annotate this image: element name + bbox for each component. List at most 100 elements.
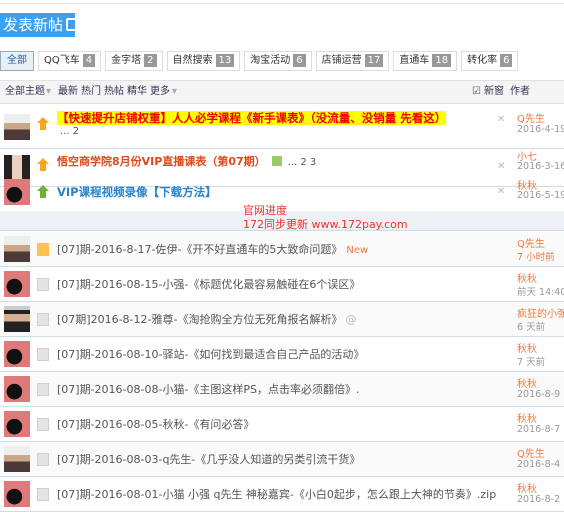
filter-bar: 全部主题 ▾ 最新 热门 热帖 精华 更多 ▾ ☑ 新窗 作者 (0, 80, 564, 104)
attachment-icon: @ (345, 313, 357, 326)
thread-row: [07]期-2016-08-05-秋秋-《有问必答》 秋秋 2016-8-7 (0, 407, 564, 442)
checkbox-icon[interactable]: ☑ (472, 81, 481, 103)
tab-store-ops[interactable]: 店铺运营 17 (315, 51, 390, 71)
thread-icon (37, 313, 49, 326)
thread-row: [07]期-2016-8-17-佐伊-《开不好直通车的5大致命问题》 New Q先… (0, 232, 564, 267)
new-post-button[interactable]: 发表新帖 (0, 13, 80, 37)
page-links[interactable]: ... 2 (60, 126, 79, 137)
thread-author[interactable]: 秋秋 (517, 375, 537, 390)
chevron-down-icon: ▾ (172, 86, 178, 97)
watermark-line: 172同步更新 www.172pay.com (243, 218, 408, 231)
divider (0, 3, 564, 4)
thread-icon (37, 488, 49, 501)
avatar[interactable] (4, 306, 30, 332)
thread-date: 6 天前 (517, 322, 546, 333)
thread-author[interactable]: Q先生 (517, 235, 545, 250)
thread-title-text: [07]期-2016-08-05-秋秋-《有问必答》 (57, 418, 255, 431)
tab-count: 18 (432, 54, 452, 67)
category-tabs: 全部 QQ飞车 4 金字塔 2 自然搜索 13 淘宝活动 6 店铺运营 17 直通车 18 … (0, 51, 519, 71)
tab-label: 店铺运营 (321, 55, 362, 66)
tab-count: 6 (500, 54, 513, 67)
tab-label: 自然搜索 (172, 55, 213, 66)
thread-date: 2016-8-7 (517, 424, 561, 435)
thread-date: 前天 14:40 (517, 287, 564, 298)
thread-author[interactable]: 秋秋 (517, 480, 537, 495)
avatar[interactable] (4, 179, 30, 205)
thread-row: [07]期-2016-08-15-小强-《标题优化最容易触碰在6个误区》 秋秋 … (0, 267, 564, 302)
sticky-thread: 悟空商学院8月份VIP直播课表（第07期）... 2 3 ✕ 小七 2016-3… (0, 149, 564, 187)
thread-title[interactable]: [07]期-2016-08-05-秋秋-《有问必答》 (57, 416, 254, 432)
thread-title[interactable]: [07期]2016-8-12-雅尊-《淘抢购全方位无死角报名解析》 @ (57, 311, 356, 327)
new-folder-icon (37, 243, 49, 256)
thread-title[interactable]: [07]期-2016-8-17-佐伊-《开不好直通车的5大致命问题》 New (57, 241, 368, 257)
thread-row: [07]期-2016-08-03-q先生-《几乎没人知道的另类引流干货》 Q先生… (0, 442, 564, 477)
watermark-line: 官网进度 (243, 204, 287, 217)
thread-title[interactable]: [07]期-2016-08-15-小强-《标题优化最容易触碰在6个误区》 (57, 276, 360, 292)
avatar[interactable] (4, 411, 30, 437)
avatar[interactable] (4, 376, 30, 402)
thread-title[interactable]: [07]期-2016-08-10-驿站-《如何找到最适合自己产品的活动》 (57, 346, 364, 362)
thread-icon (37, 348, 49, 361)
tab-conversion[interactable]: 转化率 6 (461, 51, 519, 71)
tab-natural-search[interactable]: 自然搜索 13 (166, 51, 241, 71)
tab-taobao-activity[interactable]: 淘宝活动 6 (244, 51, 312, 71)
filter-digest[interactable]: 精华 (127, 81, 147, 103)
thread-date: 2016-3-16 (517, 161, 564, 172)
close-icon[interactable]: ✕ (497, 161, 505, 172)
thread-author[interactable]: 疯狂的小强 (517, 305, 564, 320)
thread-title-text: 【快速提升店铺权重】人人必学课程《新手课表》（没流量、没销量 先看这） (57, 111, 447, 125)
tab-qq-feiche[interactable]: QQ飞车 4 (38, 51, 102, 71)
tab-count: 17 (364, 54, 384, 67)
avatar[interactable] (4, 114, 30, 140)
new-badge: New (346, 245, 369, 256)
avatar[interactable] (4, 155, 30, 181)
thread-title[interactable]: [07]期-2016-08-08-小猫-《主图这样PS，点击率必须翻倍》. (57, 381, 360, 397)
filter-hot[interactable]: 热门 (81, 81, 101, 103)
thread-icon (37, 453, 49, 466)
filter-more[interactable]: 更多 (150, 81, 170, 103)
avatar[interactable] (4, 481, 30, 507)
thread-title[interactable]: 【快速提升店铺权重】人人必学课程《新手课表》（没流量、没销量 先看这） (57, 110, 447, 126)
thread-date: 7 天前 (517, 357, 546, 368)
thread-date: 2016-5-19 (517, 190, 564, 201)
thread-author[interactable]: 秋秋 (517, 270, 537, 285)
thread-title-text: [07]期-2016-08-01-小猫 小强 q先生 神秘嘉宾-《小白0起步，怎… (57, 488, 497, 501)
new-window-toggle[interactable]: 新窗 (484, 81, 504, 103)
sticky-base (40, 123, 46, 130)
filter-hot-posts[interactable]: 热帖 (104, 81, 124, 103)
tab-ztc[interactable]: 直通车 18 (393, 51, 458, 71)
filter-latest[interactable]: 最新 (58, 81, 78, 103)
close-icon[interactable]: ✕ (497, 186, 505, 197)
thread-date: 2016-8-9 (517, 389, 561, 400)
filter-all-topics[interactable]: 全部主题 (5, 81, 45, 103)
watermark: 官网进度 172同步更新 www.172pay.com (243, 204, 408, 232)
thread-title-text: [07]期-2016-08-15-小强-《标题优化最容易触碰在6个误区》 (57, 278, 361, 291)
thread-row: [07]期-2016-08-08-小猫-《主图这样PS，点击率必须翻倍》. 秋秋… (0, 372, 564, 407)
thread-date: 2016-4-19 (517, 124, 564, 135)
page-links[interactable]: ... 2 3 (288, 157, 317, 168)
image-icon (271, 156, 282, 166)
avatar[interactable] (4, 446, 30, 472)
thread-title[interactable]: [07]期-2016-08-03-q先生-《几乎没人知道的另类引流干货》 (57, 451, 360, 467)
thread-author[interactable]: Q先生 (517, 445, 545, 460)
thread-date: 2016-8-4 (517, 459, 561, 470)
tab-label: 淘宝活动 (250, 55, 291, 66)
thread-title[interactable]: 悟空商学院8月份VIP直播课表（第07期） ... 2 3 (57, 153, 316, 169)
chevron-down-icon: ▾ (46, 86, 52, 97)
avatar[interactable] (4, 271, 30, 297)
tab-label: QQ飞车 (44, 55, 80, 66)
close-icon[interactable]: ✕ (497, 114, 505, 125)
thread-author[interactable]: Q先生 (517, 110, 545, 125)
thread-title-text: [07]期-2016-08-08-小猫-《主图这样PS，点击率必须翻倍》. (57, 383, 360, 396)
thread-title[interactable]: VIP课程视频录像【下载方法】 (57, 184, 217, 200)
tab-all[interactable]: 全部 (0, 51, 34, 71)
thread-row: [07]期-2016-08-01-小猫 小强 q先生 神秘嘉宾-《小白0起步，怎… (0, 477, 564, 512)
thread-author[interactable]: 秋秋 (517, 340, 537, 355)
avatar[interactable] (4, 341, 30, 367)
tab-count: 6 (293, 54, 306, 67)
thread-author[interactable]: 秋秋 (517, 410, 537, 425)
avatar[interactable] (4, 236, 30, 262)
thread-title-text: [07]期-2016-8-17-佐伊-《开不好直通车的5大致命问题》 (57, 243, 343, 256)
tab-label: 全部 (7, 55, 27, 66)
tab-jinzita[interactable]: 金字塔 2 (105, 51, 163, 71)
